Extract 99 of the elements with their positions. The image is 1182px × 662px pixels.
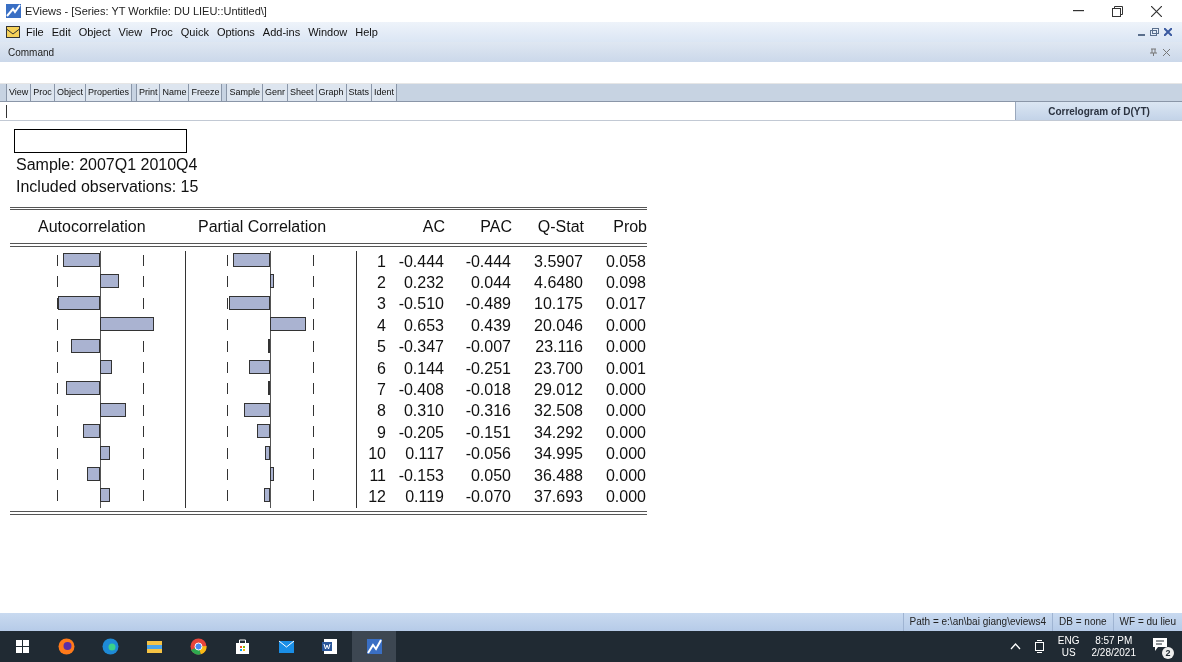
- toolbar-button[interactable]: Proc: [31, 84, 55, 101]
- lag-cell-text: 4: [376, 315, 386, 336]
- lag-cell-text: 9: [376, 422, 386, 443]
- toolbar-button[interactable]: Genr: [263, 84, 288, 101]
- menu-item[interactable]: File: [22, 22, 48, 42]
- lag-cell-text: 10: [367, 444, 386, 465]
- table-cell-text: -0.056: [464, 444, 511, 465]
- table-cell-text: 3.5907: [533, 251, 583, 272]
- table-cell-text: 29.012: [533, 380, 583, 401]
- toolbar-button[interactable]: Ident: [372, 84, 398, 101]
- table-cell-text: 36.488: [533, 465, 583, 486]
- table-cell-text: 23.116: [534, 337, 583, 358]
- menu-item[interactable]: View: [114, 22, 147, 42]
- menu-item[interactable]: Object: [74, 22, 115, 42]
- table-cell-text: -0.347: [397, 337, 444, 358]
- table-cell-text: -0.018: [464, 380, 511, 401]
- table-cell-text: 0.001: [604, 358, 646, 379]
- toolbar-button[interactable]: Graph: [316, 84, 347, 101]
- column-header: Autocorrelation: [37, 216, 147, 237]
- observations-text: Included observations: 15: [16, 177, 200, 197]
- menu-item[interactable]: Options: [212, 22, 259, 42]
- table-cell-text: 20.046: [533, 315, 583, 336]
- lag-cell-text: 2: [376, 273, 386, 294]
- lag-cell-text: 12: [367, 487, 386, 507]
- lag-cell-text: 8: [376, 401, 386, 422]
- table-cell-text: 0.000: [604, 487, 646, 507]
- table-cell-text: 0.439: [469, 315, 511, 336]
- toolbar-button[interactable]: Sheet: [288, 84, 317, 101]
- toolbar-button[interactable]: Stats: [346, 84, 373, 101]
- toolbar-button[interactable]: Properties: [85, 84, 132, 101]
- table-cell-text: -0.151: [464, 422, 511, 443]
- toolbar-button[interactable]: Print: [136, 84, 161, 101]
- table-cell-text: -0.153: [397, 465, 444, 486]
- table-cell-text: 0.144: [402, 358, 444, 379]
- window-title: EViews - [Series: YT Workfile: DU LIEU::Untitled\]: [25, 3, 267, 19]
- table-cell-text: 32.508: [533, 401, 583, 422]
- table-cell-text: 0.310: [402, 401, 444, 422]
- table-cell-text: -0.316: [464, 401, 511, 422]
- table-cell-text: 0.653: [402, 315, 444, 336]
- toolbar-button[interactable]: Object: [54, 84, 86, 101]
- table-cell-text: 23.700: [533, 358, 583, 379]
- language-indicator[interactable]: ENG: [1057, 634, 1080, 647]
- table-cell-text: 0.044: [469, 273, 511, 294]
- toolbar-button[interactable]: Sample: [227, 84, 263, 101]
- table-cell-text: 0.000: [604, 380, 646, 401]
- column-header: AC: [421, 216, 445, 237]
- table-cell-text: 0.000: [604, 401, 646, 422]
- table-cell-text: 0.232: [402, 273, 444, 294]
- clock-date[interactable]: 2/28/2021: [1091, 646, 1136, 659]
- menu-item[interactable]: Proc: [146, 22, 177, 42]
- notification-count-badge: 2: [1162, 646, 1174, 659]
- table-cell-text: 0.000: [604, 337, 646, 358]
- table-cell-text: 0.000: [604, 315, 646, 336]
- table-cell-text: 0.050: [469, 465, 511, 486]
- column-header: Partial Correlation: [197, 216, 328, 237]
- clock-time[interactable]: 8:57 PM: [1095, 634, 1133, 647]
- table-cell-text: 0.017: [604, 294, 646, 315]
- table-cell-text: 0.000: [604, 444, 646, 465]
- column-header: PAC: [479, 216, 512, 237]
- table-cell-text: -0.251: [464, 358, 511, 379]
- column-header: Q-Stat: [536, 216, 584, 237]
- table-cell-text: -0.070: [464, 487, 511, 507]
- table-cell-text: 0.117: [404, 444, 444, 465]
- table-cell-text: 37.693: [533, 487, 583, 507]
- sample-text: Sample: 2007Q1 2010Q4: [16, 155, 199, 175]
- menu-item[interactable]: Edit: [47, 22, 75, 42]
- menu-item[interactable]: Help: [351, 22, 382, 42]
- table-cell-text: -0.444: [464, 251, 511, 272]
- table-cell-text: -0.489: [464, 294, 511, 315]
- table-cell-text: 34.292: [533, 422, 583, 443]
- pane-title: Command: [8, 45, 55, 60]
- table-cell-text: -0.408: [397, 380, 444, 401]
- table-cell-text: 0.000: [604, 465, 646, 486]
- lag-cell-text: 6: [376, 358, 386, 379]
- table-cell-text: 0.098: [604, 273, 646, 294]
- table-cell-text: -0.444: [397, 251, 444, 272]
- lag-cell-text: 7: [376, 380, 386, 401]
- toolbar-button[interactable]: View: [6, 84, 32, 101]
- table-cell-text: 4.6480: [533, 273, 583, 294]
- column-header: Prob: [612, 216, 647, 237]
- menu-item[interactable]: Window: [304, 22, 352, 42]
- tab[interactable]: Correlogram of D(YT): [1015, 102, 1182, 120]
- table-cell-text: 34.995: [533, 444, 583, 465]
- table-cell-text: -0.205: [397, 422, 444, 443]
- region-indicator[interactable]: US: [1061, 646, 1076, 659]
- table-cell-text: 0.119: [404, 487, 444, 507]
- lag-cell-text: 1: [376, 251, 386, 272]
- table-cell-text: -0.007: [464, 337, 511, 358]
- table-cell-text: 0.000: [604, 422, 646, 443]
- table-cell-text: -0.510: [397, 294, 444, 315]
- toolbar-button[interactable]: Freeze: [189, 84, 223, 101]
- lag-cell-text: 3: [376, 294, 386, 315]
- table-cell-text: 10.175: [533, 294, 583, 315]
- menu-item[interactable]: Quick: [176, 22, 213, 42]
- table-cell-text: 0.058: [604, 251, 646, 272]
- toolbar-button[interactable]: Name: [160, 84, 190, 101]
- lag-cell-text: 11: [368, 465, 386, 486]
- menu-item[interactable]: Add-ins: [258, 22, 305, 42]
- lag-cell-text: 5: [376, 337, 386, 358]
